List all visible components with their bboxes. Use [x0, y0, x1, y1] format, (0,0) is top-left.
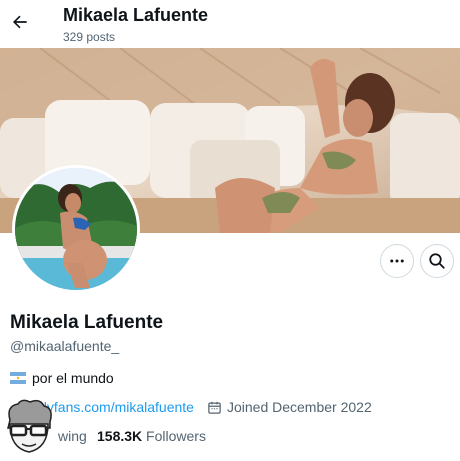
calendar-icon	[207, 400, 222, 415]
more-icon	[390, 259, 404, 263]
followers-label: Followers	[146, 428, 206, 444]
followers-link[interactable]: 158.3K Followers	[97, 428, 206, 444]
argentina-flag-icon	[10, 372, 26, 384]
followers-count: 158.3K	[97, 428, 143, 444]
profile-bio: por el mundo	[10, 370, 114, 386]
following-label: wing	[58, 428, 87, 444]
back-arrow-icon	[13, 15, 27, 29]
search-icon	[429, 253, 445, 269]
following-link[interactable]: wing	[58, 428, 87, 444]
joined-date: Joined December 2022	[226, 399, 372, 415]
avatar[interactable]	[12, 165, 140, 293]
profile-link[interactable]: nlyfans.com/mikalafuente	[36, 399, 194, 415]
profile-name: Mikaela Lafuente	[10, 312, 164, 333]
cartoon-avatar-sticker	[0, 398, 58, 456]
profile-meta: nlyfans.com/mikalafuente Joined December…	[10, 399, 372, 415]
profile-handle: @mikaalafuente_	[10, 338, 120, 354]
back-button[interactable]	[8, 10, 32, 34]
post-count: 329 posts	[63, 30, 116, 44]
profile-header: Mikaela Lafuente 329 posts	[0, 0, 460, 48]
bio-text: por el mundo	[32, 370, 114, 386]
more-button[interactable]	[380, 244, 414, 278]
search-button[interactable]	[420, 244, 454, 278]
header-title: Mikaela Lafuente	[63, 5, 209, 25]
